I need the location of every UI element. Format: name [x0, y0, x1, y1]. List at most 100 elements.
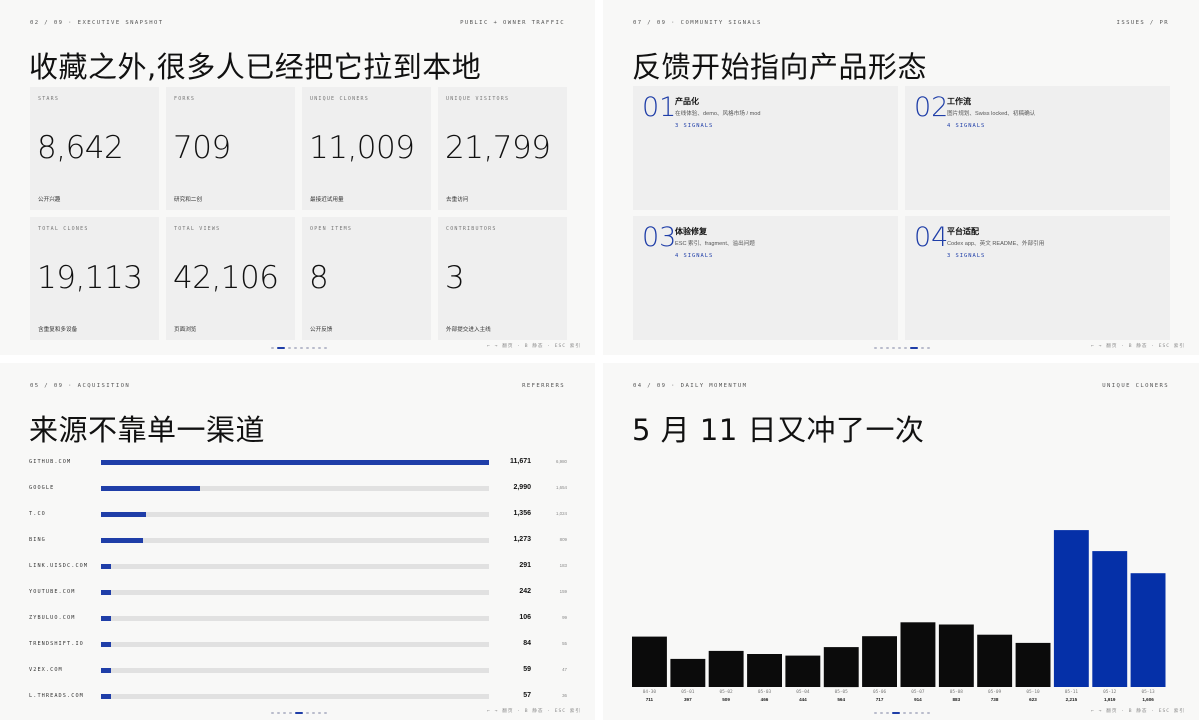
page-dot[interactable] — [892, 347, 895, 349]
page-dot[interactable] — [880, 712, 883, 714]
referrer-row: GITHUB.COM 11,671 6,980 — [29, 458, 574, 470]
referrer-row: L.THREADS.COM 57 36 — [29, 692, 574, 704]
referrer-views: 1,356 — [513, 510, 531, 517]
referrer-bar-track — [101, 616, 489, 621]
chart-bar — [938, 624, 974, 687]
referrer-bar — [101, 616, 111, 621]
referrer-views: 59 — [523, 666, 531, 673]
page-dot[interactable] — [910, 347, 918, 349]
page-dot[interactable] — [294, 347, 297, 349]
page-dot[interactable] — [921, 347, 924, 349]
referrer-views: 2,990 — [513, 484, 531, 491]
metric-note: 外部提交进入主线 — [446, 327, 491, 333]
signal-title: 体验修复 — [675, 227, 707, 236]
page-dot[interactable] — [277, 712, 280, 714]
page-dot[interactable] — [909, 712, 912, 714]
chart-x-tick-label: 05-07 — [911, 689, 925, 695]
chart-x-tick-label: 05-12 — [1103, 689, 1117, 695]
metric-card-unique-cloners: UNIQUE CLONERS 11,009 最接近试用量 — [302, 87, 431, 210]
metric-note: 公开兴趣 — [38, 197, 61, 203]
signal-description: 图片规划、Swiss locked、初稿确认 — [947, 111, 1036, 117]
chart-bar — [670, 658, 706, 687]
chart-data-label: 397 — [684, 697, 692, 702]
metric-note: 最接近试用量 — [310, 197, 344, 203]
page-dot[interactable] — [915, 712, 918, 714]
referrer-name: L.THREADS.COM — [29, 693, 84, 699]
page-dot[interactable] — [927, 347, 930, 349]
page-dot[interactable] — [927, 712, 930, 714]
referrer-views: 242 — [519, 588, 531, 595]
metric-label: FORKS — [174, 96, 196, 102]
referrer-bar-track — [101, 512, 489, 517]
referrer-row: YOUTUBE.COM 242 159 — [29, 588, 574, 600]
page-dot[interactable] — [898, 347, 901, 349]
page-dot[interactable] — [289, 712, 292, 714]
signal-card-experience-fixes: 03 体验修复 ESC 索引、fragment、溢出问题 4 SIGNALS — [633, 216, 898, 340]
referrer-name: T.CO — [29, 511, 46, 517]
page-dots[interactable] — [271, 712, 327, 714]
referrer-uniques: 1,024 — [556, 511, 567, 516]
page-dot[interactable] — [318, 347, 321, 349]
chart-bar — [1053, 530, 1089, 687]
page-dot[interactable] — [874, 712, 877, 714]
page-dot[interactable] — [288, 347, 291, 349]
metric-value: 3 — [445, 260, 465, 296]
referrer-row: GOOGLE 2,990 1,654 — [29, 484, 574, 496]
slide-community-signals: 07 / 09 · COMMUNITY SIGNALS ISSUES / PR … — [603, 0, 1199, 355]
slide-kicker: 05 / 09 · ACQUISITION — [30, 383, 131, 389]
referrer-name: BING — [29, 537, 46, 543]
slide-kicker: 04 / 09 · DAILY MOMENTUM — [633, 383, 748, 389]
page-dots[interactable] — [271, 347, 327, 349]
page-dot[interactable] — [880, 347, 883, 349]
slide-headline: 5 月 11 日又冲了一次 — [632, 413, 925, 447]
metric-label: UNIQUE CLONERS — [310, 96, 369, 102]
referrer-name: LINK.UISDC.COM — [29, 563, 89, 569]
page-dot[interactable] — [904, 347, 907, 349]
page-dots[interactable] — [874, 712, 930, 714]
page-dot[interactable] — [283, 712, 286, 714]
metric-label: CONTRIBUTORS — [446, 226, 497, 232]
page-dot[interactable] — [300, 347, 303, 349]
referrer-views: 11,671 — [509, 458, 531, 465]
slide-tag: REFERRERS — [522, 383, 565, 389]
page-dot[interactable] — [318, 712, 321, 714]
referrer-uniques: 183 — [559, 563, 567, 568]
page-dot[interactable] — [271, 347, 274, 349]
page-dot[interactable] — [892, 712, 900, 714]
page-dot[interactable] — [886, 347, 889, 349]
page-dot[interactable] — [886, 712, 889, 714]
chart-data-label: 466 — [761, 697, 769, 702]
referrer-uniques: 47 — [562, 667, 567, 672]
page-dot[interactable] — [324, 712, 327, 714]
page-dot[interactable] — [312, 347, 315, 349]
page-dots[interactable] — [874, 347, 930, 349]
signal-card-workflow: 02 工作流 图片规划、Swiss locked、初稿确认 4 SIGNALS — [905, 86, 1170, 210]
page-dot[interactable] — [921, 712, 924, 714]
referrer-bar-track — [101, 590, 489, 595]
referrer-uniques: 159 — [559, 589, 567, 594]
page-dot[interactable] — [312, 712, 315, 714]
chart-x-tick-label: 05-08 — [950, 689, 964, 695]
signal-description: ESC 索引、fragment、溢出问题 — [675, 241, 755, 247]
referrer-bar-track — [101, 538, 489, 543]
page-dot[interactable] — [306, 712, 309, 714]
page-dot[interactable] — [903, 712, 906, 714]
page-dot[interactable] — [277, 347, 285, 349]
page-dot[interactable] — [295, 712, 303, 714]
referrer-bar — [101, 512, 147, 517]
signal-description: Codex app、英文 README、外部引用 — [947, 241, 1045, 247]
referrer-name: GOOGLE — [29, 485, 55, 491]
page-dot[interactable] — [874, 347, 877, 349]
page-dot[interactable] — [271, 712, 274, 714]
signal-count: 3 SIGNALS — [947, 253, 986, 259]
chart-x-tick-label: 05-02 — [719, 689, 733, 695]
page-dot[interactable] — [324, 347, 327, 349]
signal-number: 02 — [914, 92, 949, 123]
chart-data-label: 1,919 — [1104, 697, 1116, 702]
page-dot[interactable] — [306, 347, 309, 349]
chart-bar — [977, 634, 1013, 687]
referrer-bar-track — [101, 486, 489, 491]
slide-tag: ISSUES / PR — [1116, 20, 1169, 26]
chart-x-tick-label: 05-09 — [988, 689, 1002, 695]
referrer-views: 291 — [519, 562, 531, 569]
